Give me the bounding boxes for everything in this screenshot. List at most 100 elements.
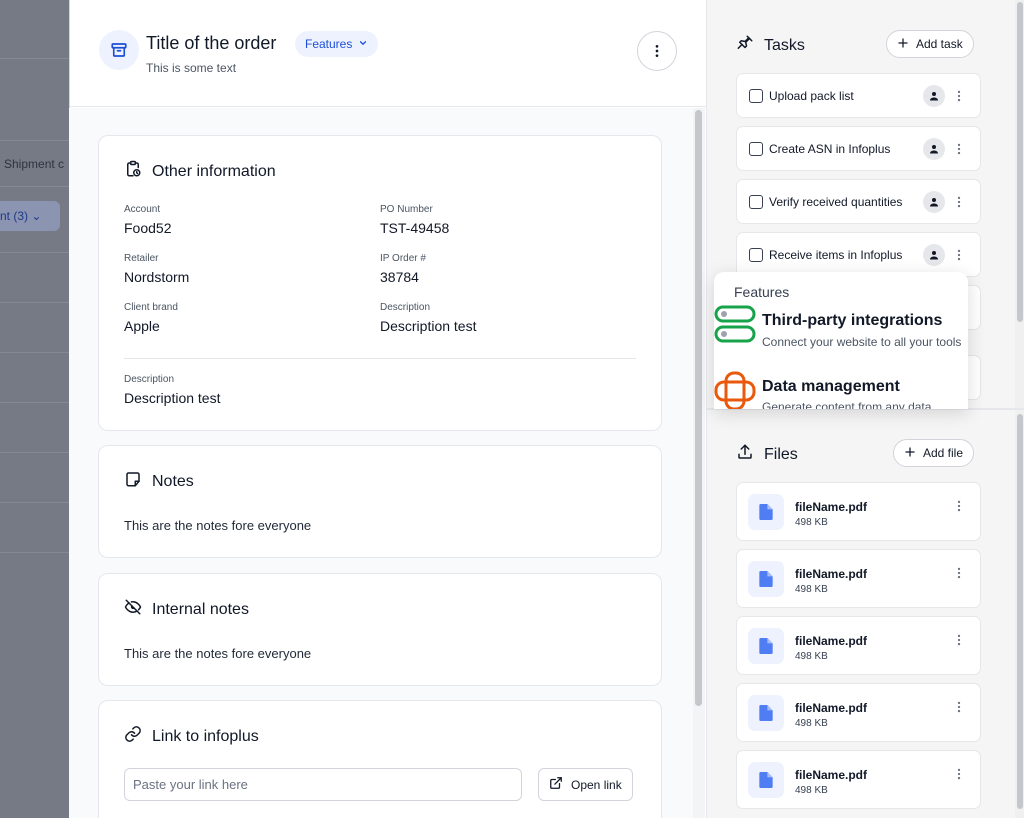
file-name: fileName.pdf [795, 701, 868, 715]
file-size: 498 KB [795, 517, 828, 528]
background-divider [0, 58, 70, 59]
field-value: Food52 [124, 220, 172, 236]
page-subtitle: This is some text [146, 61, 237, 75]
kebab-icon [957, 567, 961, 579]
feature-item-data-management[interactable]: Data management Generate content from an… [714, 371, 968, 409]
kebab-icon [957, 701, 961, 713]
feature-description: Generate content from any data [762, 400, 932, 409]
assignee-avatar[interactable] [923, 138, 945, 160]
task-checkbox[interactable] [749, 142, 763, 156]
background-chip-label: nt (3) [0, 209, 29, 223]
file-menu-button[interactable] [951, 763, 967, 785]
feature-title: Third-party integrations [762, 312, 943, 329]
order-header: Title of the order Features This is some… [70, 0, 706, 107]
task-menu-button[interactable] [951, 85, 967, 107]
file-menu-button[interactable] [951, 562, 967, 584]
file-size: 498 KB [795, 651, 828, 662]
more-options-button[interactable] [637, 31, 677, 71]
files-scrollbar[interactable] [1015, 410, 1024, 818]
internal-notes-text: This are the notes fore everyone [124, 646, 312, 661]
kebab-icon [655, 45, 659, 57]
plus-icon [904, 446, 916, 461]
open-link-button[interactable]: Open link [538, 768, 633, 801]
field-value: Description test [124, 390, 221, 406]
right-sidebar: Tasks Add task Upload pack list Create A… [706, 0, 1024, 818]
background-column-label: Shipment c [4, 157, 65, 171]
background-divider [0, 552, 70, 553]
task-checkbox[interactable] [749, 195, 763, 209]
file-size: 498 KB [795, 584, 828, 595]
scrollbar-thumb[interactable] [1017, 414, 1023, 809]
link-input[interactable] [124, 768, 522, 801]
upload-icon [736, 443, 754, 466]
file-icon [748, 695, 784, 731]
field-label: Retailer [124, 253, 159, 264]
file-menu-button[interactable] [951, 495, 967, 517]
file-menu-button[interactable] [951, 629, 967, 651]
page-title: Title of the order [146, 33, 277, 53]
file-item[interactable]: fileName.pdf 498 KB [736, 683, 981, 742]
file-icon [748, 628, 784, 664]
file-icon [748, 561, 784, 597]
content-scrollbar[interactable] [693, 108, 705, 818]
notes-title: Notes [152, 472, 194, 490]
kebab-icon [957, 90, 961, 102]
assignee-avatar[interactable] [923, 85, 945, 107]
assignee-avatar[interactable] [923, 191, 945, 213]
feature-item-integrations[interactable]: Third-party integrations Connect your we… [714, 305, 968, 365]
file-item[interactable]: fileName.pdf 498 KB [736, 549, 981, 608]
eye-off-icon [124, 598, 142, 621]
kebab-icon [957, 196, 961, 208]
open-link-label: Open link [571, 777, 622, 792]
internal-notes-card: Internal notes This are the notes fore e… [98, 573, 662, 686]
toggles-icon [714, 305, 756, 350]
task-checkbox[interactable] [749, 248, 763, 262]
assignee-avatar[interactable] [923, 244, 945, 266]
field-label: Description [124, 374, 175, 385]
task-label: Upload pack list [769, 89, 854, 103]
field-label: PO Number [380, 204, 433, 215]
add-file-button[interactable]: Add file [893, 439, 975, 467]
clipboard-clock-icon [124, 160, 142, 183]
tasks-header: Tasks [736, 34, 805, 57]
user-icon [930, 92, 938, 101]
pin-icon [736, 34, 754, 57]
file-item[interactable]: fileName.pdf 498 KB [736, 750, 981, 809]
tasks-scrollbar[interactable] [1015, 0, 1024, 408]
link-title: Link to infoplus [152, 727, 259, 745]
scrollbar-thumb[interactable] [695, 110, 702, 706]
file-name: fileName.pdf [795, 567, 868, 581]
file-size: 498 KB [795, 785, 828, 796]
task-menu-button[interactable] [951, 244, 967, 266]
task-checkbox[interactable] [749, 89, 763, 103]
files-title: Files [764, 445, 798, 463]
file-item[interactable]: fileName.pdf 498 KB [736, 616, 981, 675]
features-dropdown-button[interactable]: Features [295, 31, 379, 57]
task-menu-button[interactable] [951, 191, 967, 213]
task-item[interactable]: Verify received quantities [736, 179, 981, 224]
other-information-card: Other information Account Food52 PO Numb… [98, 135, 662, 431]
field-value: 38784 [380, 269, 419, 285]
task-item[interactable]: Create ASN in Infoplus [736, 126, 981, 171]
sticky-note-icon [124, 470, 142, 493]
internal-notes-title: Internal notes [152, 600, 249, 618]
file-name: fileName.pdf [795, 634, 868, 648]
file-item[interactable]: fileName.pdf 498 KB [736, 482, 981, 541]
add-task-button[interactable]: Add task [886, 30, 974, 58]
link-icon [124, 725, 142, 748]
file-name: fileName.pdf [795, 500, 868, 514]
link-card: Link to infoplus Open link [98, 700, 662, 818]
background-divider [0, 302, 70, 303]
scrollbar-thumb[interactable] [1017, 2, 1023, 322]
background-chip: nt (3) ⌄ [0, 201, 60, 231]
task-label: Create ASN in Infoplus [769, 142, 891, 156]
background-divider [0, 502, 70, 503]
file-menu-button[interactable] [951, 696, 967, 718]
link-header: Link to infoplus [124, 725, 259, 748]
archive-icon [99, 30, 139, 70]
task-item[interactable]: Receive items in Infoplus [736, 232, 981, 277]
user-icon [930, 251, 938, 260]
field-value: Nordstorm [124, 269, 190, 285]
task-item[interactable]: Upload pack list [736, 73, 981, 118]
task-menu-button[interactable] [951, 138, 967, 160]
